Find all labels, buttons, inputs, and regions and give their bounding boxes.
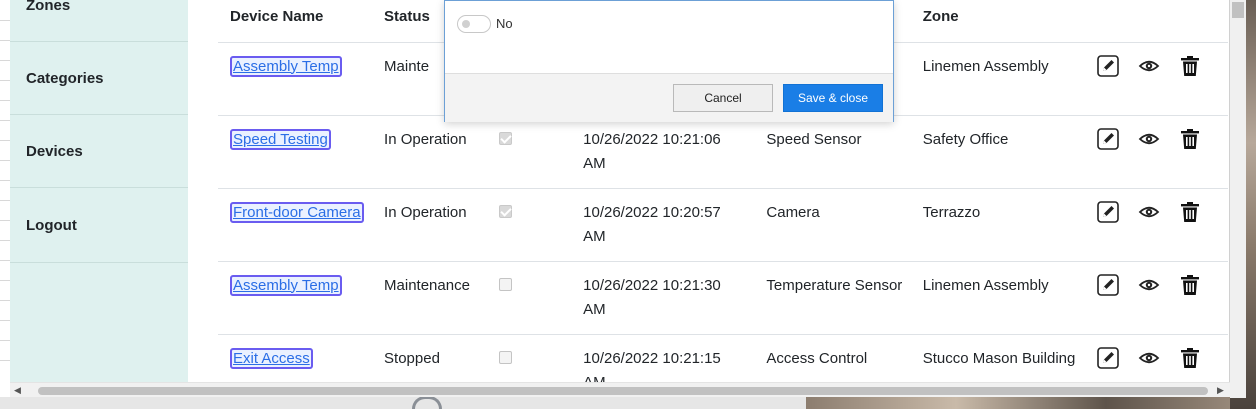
scroll-right-arrow-icon[interactable]: ▶ [1217,385,1224,396]
edit-icon[interactable] [1097,54,1119,77]
sidebar-item-label: Devices [26,143,83,160]
sidebar-item-label: Categories [26,70,104,87]
cell-timestamp: 10/26/2022 10:20:57 AM [571,188,755,262]
cancel-button[interactable]: Cancel [673,84,773,112]
row-checkbox[interactable] [498,277,512,291]
cell-category: Temperature Sensor [754,261,911,335]
cell-checkbox [486,188,572,262]
table-row: Front-door Camera In Operation 10/26/2022 … [218,188,1228,262]
cell-zone: Linemen Assembly [910,42,1085,116]
save-and-close-button[interactable]: Save & close [783,84,883,112]
modal-dialog: No Cancel Save & close [444,0,894,122]
row-checkbox[interactable] [498,204,512,218]
cell-checkbox [486,261,572,335]
row-checkbox[interactable] [498,350,512,364]
cell-zone: Stucco Mason Building [910,334,1085,382]
device-link[interactable]: Front-door Camera [230,201,364,223]
cell-actions [1084,188,1228,262]
delete-icon[interactable] [1179,55,1201,77]
cell-timestamp: 10/26/2022 10:21:15 AM [571,334,755,382]
toggle-label: No [496,16,513,31]
browser-window: Zones Categories Devices Logout Device N… [10,0,1230,397]
sidebar-item-categories[interactable]: Categories [10,42,188,115]
device-link[interactable]: Assembly Temp [230,274,342,296]
device-link[interactable]: Exit Access [230,347,313,369]
cell-timestamp: 10/26/2022 10:21:30 AM [571,261,755,335]
table-row: Speed Testing In Operation 10/26/2022 10:2… [218,115,1228,189]
row-checkbox[interactable] [498,131,512,145]
device-link[interactable]: Speed Testing [230,128,331,150]
table-row: Assembly Temp Maintenance 10/26/2022 10:21… [218,261,1228,335]
edit-icon[interactable] [1097,346,1119,369]
sidebar-item-label: Logout [26,217,77,234]
delete-icon[interactable] [1179,347,1201,369]
sidebar-item-devices[interactable]: Devices [10,115,188,188]
sidebar-item-zones[interactable]: Zones [10,0,188,42]
edit-icon[interactable] [1097,127,1119,150]
cell-category: Access Control [754,334,911,382]
sidebar-item-logout[interactable]: Logout [10,188,188,263]
cell-status: In Operation [372,115,487,189]
view-icon[interactable] [1138,274,1160,296]
scroll-left-arrow-icon[interactable]: ◀ [14,385,21,396]
horizontal-scrollbar-thumb[interactable] [38,387,1208,395]
view-icon[interactable] [1138,201,1160,223]
sidebar: Zones Categories Devices Logout [10,0,188,382]
cell-actions [1084,42,1228,116]
cell-category: Camera [754,188,911,262]
cell-category: Speed Sensor [754,115,911,189]
cell-actions [1084,334,1228,382]
modal-body: No [445,1,893,73]
cell-zone: Linemen Assembly [910,261,1085,335]
cell-device-name: Front-door Camera [218,188,373,262]
modal-footer: Cancel Save & close [445,73,893,122]
vertical-scrollbar-thumb[interactable] [1232,2,1244,18]
cell-timestamp: 10/26/2022 10:21:06 AM [571,115,755,189]
column-header-zone: Zone [910,0,1085,43]
view-icon[interactable] [1138,128,1160,150]
edit-icon[interactable] [1097,200,1119,223]
cell-device-name: Speed Testing [218,115,373,189]
cell-actions [1084,261,1228,335]
cell-zone: Terrazzo [910,188,1085,262]
table-row: Exit Access Stopped 10/26/2022 10:21:15 AM… [218,334,1228,382]
delete-icon[interactable] [1179,201,1201,223]
background-photo [806,395,1256,409]
delete-icon[interactable] [1179,128,1201,150]
vertical-scrollbar[interactable] [1230,0,1246,398]
cell-actions [1084,115,1228,189]
cell-device-name: Assembly Temp [218,261,373,335]
cell-status: Maintenance [372,261,487,335]
cell-status: In Operation [372,188,487,262]
edit-icon[interactable] [1097,273,1119,296]
device-link[interactable]: Assembly Temp [230,55,342,77]
delete-icon[interactable] [1179,274,1201,296]
cell-checkbox [486,334,572,382]
cell-device-name: Exit Access [218,334,373,382]
cell-checkbox [486,115,572,189]
sidebar-item-label: Zones [26,0,71,14]
cell-device-name: Assembly Temp [218,42,373,116]
cell-status: Stopped [372,334,487,382]
column-header-actions [1084,0,1228,43]
toggle-switch[interactable] [457,15,491,33]
horizontal-scrollbar[interactable]: ◀ ▶ [10,382,1230,397]
view-icon[interactable] [1138,347,1160,369]
cell-zone: Safety Office [910,115,1085,189]
column-header-device-name: Device Name [218,0,373,43]
view-icon[interactable] [1138,55,1160,77]
